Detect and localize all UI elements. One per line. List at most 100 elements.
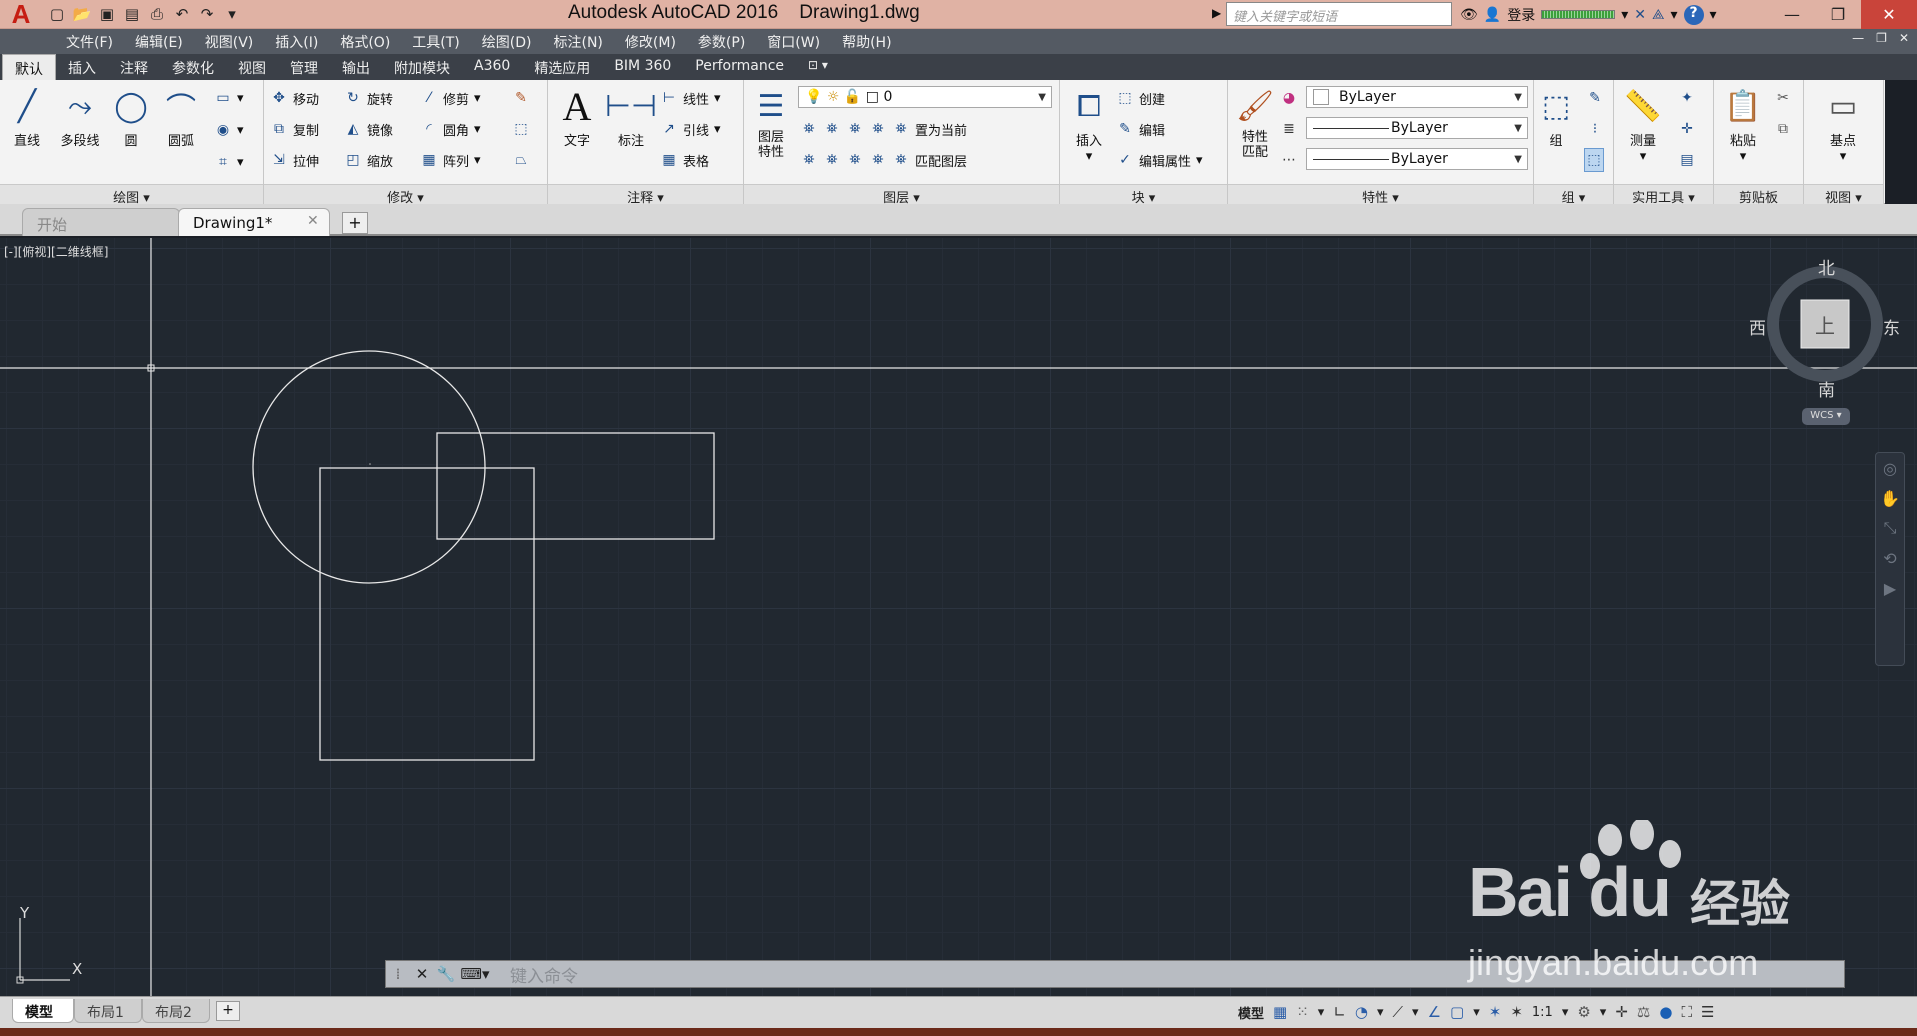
panel-draw-title[interactable]: 绘图 ▾ bbox=[0, 184, 263, 206]
tab-parametric[interactable]: 参数化 bbox=[160, 54, 226, 80]
set-current-button[interactable]: 置为当前 bbox=[915, 120, 967, 139]
orbit-icon[interactable]: ⟲ bbox=[1876, 543, 1904, 573]
array-tool[interactable]: ▦ 阵列 ▾ bbox=[420, 148, 480, 172]
annotation-visibility-icon[interactable]: ✶ bbox=[1489, 1003, 1502, 1021]
panel-annotation-title[interactable]: 注释 ▾ bbox=[548, 184, 743, 206]
layer-dropdown[interactable]: 💡 ☼ 🔓 □ 0 ▼ bbox=[798, 86, 1052, 108]
menu-window[interactable]: 窗口(W) bbox=[756, 29, 831, 54]
text-tool[interactable]: A 文字 bbox=[552, 84, 602, 150]
file-tab-start[interactable]: 开始 bbox=[22, 208, 180, 236]
redo-icon[interactable]: ↷ bbox=[196, 3, 218, 25]
layer-unlock-icon[interactable]: ⛯ bbox=[869, 151, 887, 169]
cut-icon[interactable]: ✂ bbox=[1774, 86, 1792, 110]
user-icon[interactable]: 👤 bbox=[1484, 7, 1501, 23]
layer-lock-icon[interactable]: ⛯ bbox=[869, 120, 887, 138]
object-snap-tracking-icon[interactable]: ∠ bbox=[1428, 1003, 1441, 1021]
auto-scale-icon[interactable]: ✶ bbox=[1510, 1003, 1523, 1021]
group-select-icon[interactable]: ⬚ bbox=[1584, 148, 1604, 172]
layer-on-icon[interactable]: ⛯ bbox=[800, 151, 818, 169]
fillet-tool[interactable]: ◜ 圆角 ▾ bbox=[420, 117, 480, 141]
help-icon[interactable]: ? bbox=[1683, 4, 1704, 25]
menu-dimension[interactable]: 标注(N) bbox=[543, 29, 614, 54]
create-block-tool[interactable]: ⬚ 创建 bbox=[1116, 86, 1165, 110]
lineweight-dropdown[interactable]: ByLayer ▼ bbox=[1306, 148, 1528, 170]
scale-tool[interactable]: ◰ 缩放 bbox=[344, 148, 393, 172]
object-snap-icon[interactable]: ▢ bbox=[1450, 1003, 1464, 1021]
panel-modify-title[interactable]: 修改 ▾ bbox=[264, 184, 547, 206]
linetype-icon[interactable]: ⋯ bbox=[1280, 148, 1298, 172]
fullscreen-icon[interactable]: ⛶ bbox=[1681, 1003, 1692, 1021]
tab-view[interactable]: 视图 bbox=[226, 54, 278, 80]
menu-help[interactable]: 帮助(H) bbox=[831, 29, 902, 54]
line-tool[interactable]: ╱ 直线 bbox=[2, 86, 52, 150]
tab-featured-apps[interactable]: 精选应用 bbox=[522, 54, 602, 80]
snap-icon[interactable]: ⁙ bbox=[1296, 1003, 1309, 1021]
tab-manage[interactable]: 管理 bbox=[278, 54, 330, 80]
tab-insert[interactable]: 插入 bbox=[56, 54, 108, 80]
layer-thaw-icon[interactable]: ⛯ bbox=[846, 151, 864, 169]
insert-block-tool[interactable]: ⧠ 插入 ▾ bbox=[1064, 86, 1114, 165]
cmd-close-icon[interactable]: ✕ bbox=[410, 961, 434, 987]
point-style-icon[interactable]: ✛ bbox=[1678, 117, 1696, 141]
tab-bim360[interactable]: BIM 360 bbox=[602, 54, 683, 80]
cmd-customize-icon[interactable]: 🔧 bbox=[434, 961, 458, 987]
menu-file[interactable]: 文件(F) bbox=[55, 29, 124, 54]
layout-tab-layout2[interactable]: 布局2 bbox=[142, 999, 210, 1023]
units-icon[interactable]: ⚖ bbox=[1637, 1003, 1650, 1021]
menu-modify[interactable]: 修改(M) bbox=[614, 29, 687, 54]
doc-close-icon[interactable]: ✕ bbox=[1899, 31, 1909, 45]
copy-clip-icon[interactable]: ⧉ bbox=[1774, 117, 1792, 141]
cmd-grip-icon[interactable]: ⁞ bbox=[386, 961, 410, 987]
menu-view[interactable]: 视图(V) bbox=[194, 29, 265, 54]
menu-format[interactable]: 格式(O) bbox=[329, 29, 401, 54]
panel-properties-title[interactable]: 特性 ▾ bbox=[1228, 184, 1533, 206]
boundary-tool[interactable]: ⌗ ▾ bbox=[214, 150, 243, 174]
chevron-down-icon[interactable]: ▾ bbox=[1670, 7, 1677, 23]
copy-tool[interactable]: ⧉ 复制 bbox=[270, 117, 319, 141]
polar-icon[interactable]: ◔ bbox=[1355, 1003, 1368, 1021]
ungroup-icon[interactable]: ✎ bbox=[1586, 86, 1604, 110]
stretch-tool[interactable]: ⇲ 拉伸 bbox=[270, 148, 319, 172]
workspace-gear-icon[interactable]: ⚙ bbox=[1577, 1003, 1590, 1021]
layer-off-icon[interactable]: ⛯ bbox=[800, 120, 818, 138]
rectangle-tool[interactable]: ▭ ▾ bbox=[214, 86, 243, 110]
layer-isolate-icon[interactable]: ⛯ bbox=[823, 120, 841, 138]
paste-tool[interactable]: 📋 粘贴 ▾ bbox=[1718, 86, 1768, 165]
base-point-tool[interactable]: ▭ 基点 ▾ bbox=[1818, 86, 1868, 165]
open-file-icon[interactable]: 📂 bbox=[71, 3, 93, 25]
linetype-dropdown[interactable]: ByLayer ▼ bbox=[1306, 117, 1528, 139]
minimize-icon[interactable]: — bbox=[1769, 0, 1815, 29]
pan-icon[interactable]: ✋ bbox=[1876, 483, 1904, 513]
menu-insert[interactable]: 插入(I) bbox=[264, 29, 329, 54]
hatch-tool[interactable]: ◉ ▾ bbox=[214, 118, 244, 142]
color-dropdown[interactable]: ByLayer ▼ bbox=[1306, 86, 1528, 108]
calculator-icon[interactable]: ▤ bbox=[1678, 148, 1696, 172]
move-tool[interactable]: ✥ 移动 bbox=[270, 86, 319, 110]
new-file-icon[interactable]: ▢ bbox=[46, 3, 68, 25]
panel-block-title[interactable]: 块 ▾ bbox=[1060, 184, 1227, 206]
undo-icon[interactable]: ↶ bbox=[171, 3, 193, 25]
steering-wheel-icon[interactable]: ◎ bbox=[1876, 453, 1904, 483]
chevron-down-icon[interactable]: ▾ bbox=[1621, 7, 1628, 23]
menu-tools[interactable]: 工具(T) bbox=[401, 29, 470, 54]
panel-groups-title[interactable]: 组 ▾ bbox=[1534, 184, 1613, 206]
tab-output[interactable]: 输出 bbox=[330, 54, 382, 80]
doc-minimize-icon[interactable]: — bbox=[1852, 31, 1864, 45]
close-tab-icon[interactable]: ✕ bbox=[307, 213, 319, 229]
a360-icon[interactable]: ⟁ bbox=[1652, 7, 1665, 23]
compass-east[interactable]: 东 bbox=[1883, 314, 1900, 339]
polyline-tool[interactable]: ⤳ 多段线 bbox=[52, 86, 108, 150]
trim-tool[interactable]: ⁄ 修剪 ▾ bbox=[420, 86, 481, 110]
arc-tool[interactable]: ⌒ 圆弧 bbox=[156, 86, 206, 149]
table-tool[interactable]: ▦ 表格 bbox=[660, 148, 709, 172]
add-layout-button[interactable]: + bbox=[216, 1001, 240, 1021]
tab-addins[interactable]: 附加模块 bbox=[382, 54, 462, 80]
print-icon[interactable]: ⎙ bbox=[146, 3, 168, 25]
isolate-objects-icon[interactable]: ● bbox=[1659, 1003, 1672, 1021]
panel-view-title[interactable]: 视图 ▾ bbox=[1804, 184, 1883, 206]
restore-icon[interactable]: ❐ bbox=[1815, 0, 1861, 29]
linear-dim-tool[interactable]: ⊢ 线性 ▾ bbox=[660, 86, 721, 110]
ortho-icon[interactable]: ∟ bbox=[1333, 1003, 1346, 1021]
explode-tool[interactable]: ⬚ bbox=[512, 117, 530, 141]
layer-unisolate-icon[interactable]: ⛯ bbox=[823, 151, 841, 169]
